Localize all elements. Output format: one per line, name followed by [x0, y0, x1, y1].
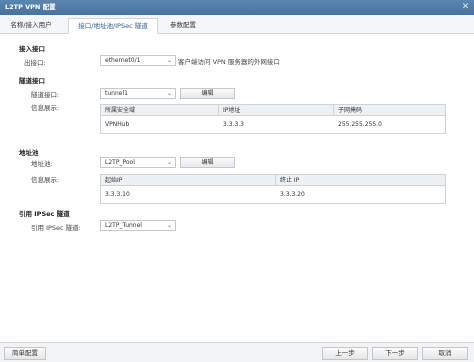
chevron-down-icon: ⌄	[166, 90, 172, 97]
address-pool-section-title: 地址池	[19, 149, 39, 157]
cell-end-ip: 3.3.3.20	[280, 191, 305, 198]
tunnel-interface-value: tunnel1	[105, 90, 128, 97]
tab-bar: 名称/接入用户 接口/地址池/IPSec 隧道 参数配置	[0, 15, 474, 34]
column-header-end-ip: 终止 IP	[280, 177, 300, 184]
address-pool-value: L2TP_Pool	[105, 159, 135, 166]
tunnel-info-table: 所属安全域 IP地址 子网掩码 VPNHub 3.3.3.3 255.255.2…	[100, 104, 446, 134]
dialog-footer: 简单配置 上一步 下一步 取消	[0, 342, 474, 362]
chevron-down-icon: ⌄	[166, 222, 172, 229]
ipsec-ref-label: 引用 IPSec 隧道:	[31, 224, 81, 232]
outbound-interface-hint: 客户端访问 VPN 服务器的外网接口	[178, 58, 280, 66]
ipsec-tunnel-value: L2TP_Tunnel	[105, 222, 142, 229]
simple-config-button[interactable]: 简单配置	[4, 347, 46, 360]
close-icon[interactable]: ✕	[461, 3, 470, 12]
table-header	[101, 105, 445, 116]
cell-zone: VPNHub	[105, 121, 130, 128]
tab-name-users[interactable]: 名称/接入用户	[6, 18, 56, 34]
tab-content: 接入接口 出接口: ethernet0/1 ⌄ 客户端访问 VPN 服务器的外网…	[0, 34, 474, 342]
cell-ip: 3.3.3.3	[223, 121, 244, 128]
address-pool-label: 地址池:	[31, 160, 53, 168]
address-pool-select[interactable]: L2TP_Pool ⌄	[100, 157, 176, 168]
tunnel-edit-button[interactable]: 编辑	[180, 88, 235, 99]
table-header	[101, 175, 445, 186]
prev-button[interactable]: 上一步	[322, 347, 368, 360]
column-header-ip: IP地址	[223, 107, 241, 114]
pool-info-table: 起始IP 终止 IP 3.3.3.10 3.3.3.20	[100, 174, 446, 204]
column-header-netmask: 子网掩码	[338, 107, 363, 114]
next-button[interactable]: 下一步	[372, 347, 418, 360]
ipsec-section-title: 引用 IPSec 隧道	[19, 210, 70, 218]
chevron-down-icon: ⌄	[166, 159, 172, 166]
outbound-interface-value: ethernet0/1	[105, 57, 141, 64]
cell-netmask: 255.255.255.0	[338, 121, 382, 128]
window-titlebar: L2TP VPN 配置 ✕	[0, 0, 474, 15]
outbound-interface-select[interactable]: ethernet0/1 ⌄	[100, 55, 176, 66]
tunnel-interface-section-title: 隧道接口	[19, 77, 45, 85]
pool-info-label: 信息展示:	[31, 176, 60, 184]
cell-start-ip: 3.3.3.10	[105, 191, 130, 198]
chevron-down-icon: ⌄	[166, 57, 172, 64]
pool-edit-button[interactable]: 编辑	[180, 157, 235, 168]
tab-parameters[interactable]: 参数配置	[164, 18, 202, 34]
column-header-start-ip: 起始IP	[105, 177, 123, 184]
tunnel-info-label: 信息展示:	[31, 104, 60, 112]
cancel-button[interactable]: 取消	[422, 347, 468, 360]
ipsec-tunnel-select[interactable]: L2TP_Tunnel ⌄	[100, 220, 176, 231]
tunnel-interface-select[interactable]: tunnel1 ⌄	[100, 88, 176, 99]
column-header-zone: 所属安全域	[105, 107, 136, 114]
access-interface-section-title: 接入接口	[19, 45, 45, 53]
window-title: L2TP VPN 配置	[5, 3, 56, 11]
tunnel-interface-label: 隧道接口:	[31, 91, 60, 99]
outbound-interface-label: 出接口:	[24, 59, 46, 67]
tab-interface-pool-ipsec[interactable]: 接口/地址池/IPSec 隧道	[68, 18, 158, 34]
